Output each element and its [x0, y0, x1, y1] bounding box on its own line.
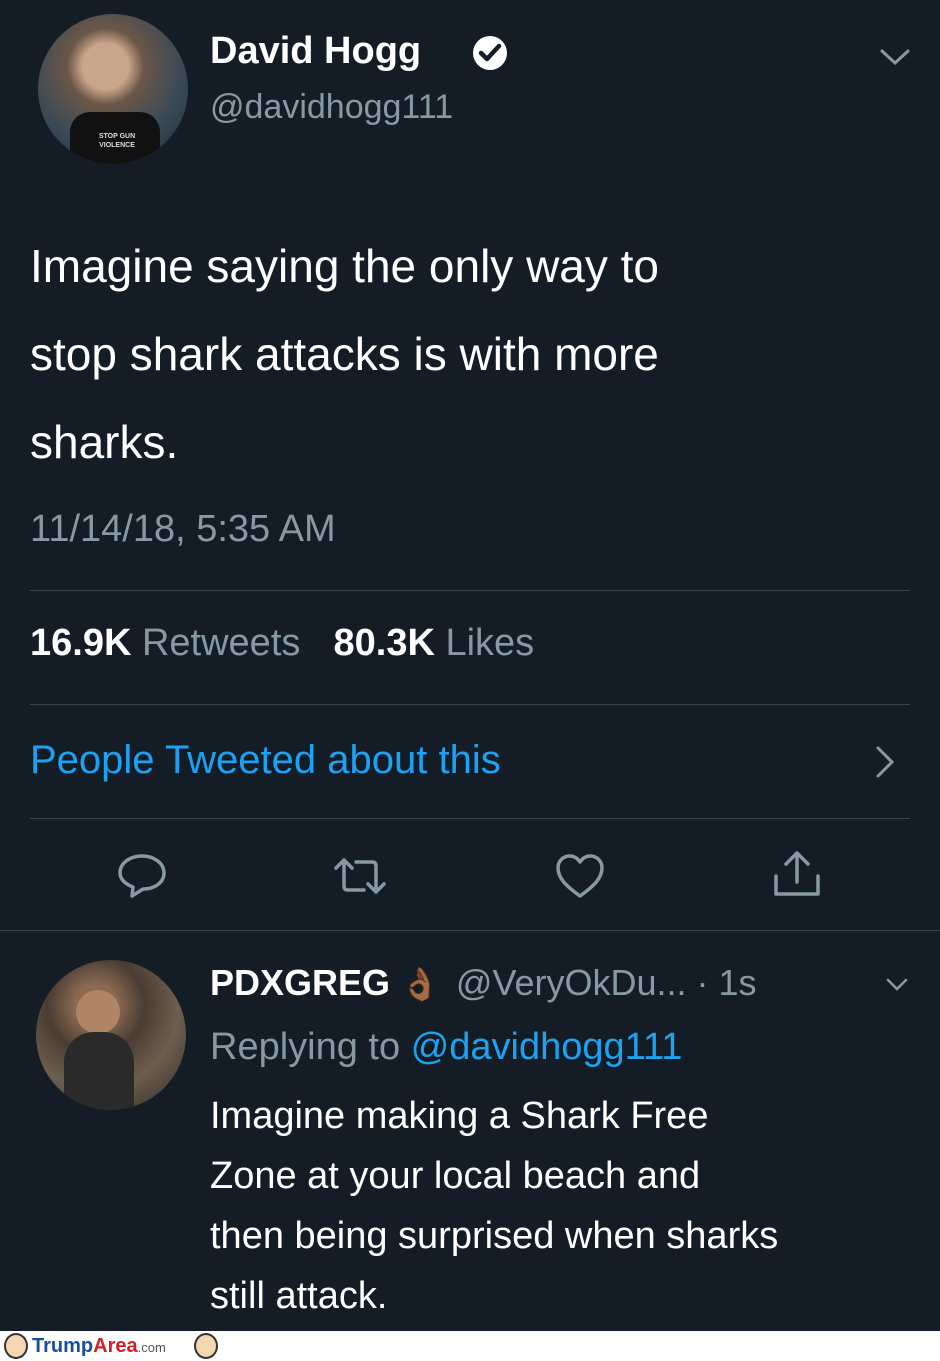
reply-text-line: still attack. [210, 1275, 388, 1317]
people-tweeted-link[interactable]: People Tweeted about this [30, 738, 501, 783]
watermark-face-icon [4, 1333, 28, 1359]
likes-label[interactable]: Likes [445, 622, 534, 664]
reply-text-line: Imagine making a Shark Free [210, 1095, 709, 1137]
divider [30, 704, 910, 705]
reply-text-line: Zone at your local beach and [210, 1155, 701, 1197]
divider [0, 930, 940, 931]
share-icon[interactable] [770, 848, 824, 900]
reply-icon[interactable] [116, 852, 168, 900]
tweet-text: Imagine saying the only way to stop shar… [30, 222, 890, 486]
reply-author-handle[interactable]: @VeryOkDu... [456, 962, 687, 1003]
tweet-stats: 16.9K Retweets 80.3K Likes [30, 622, 534, 665]
watermark-logo: TrumpArea.com [32, 1335, 166, 1358]
reply-header: PDXGREG 👌🏾 @VeryOkDu... · 1s [210, 962, 757, 1004]
divider [30, 818, 910, 819]
replying-to-handle[interactable]: @davidhogg111 [411, 1026, 683, 1068]
heart-icon[interactable] [554, 852, 606, 900]
avatar-shirt-text: STOP GUN VIOLENCE [98, 133, 136, 149]
reply-author-avatar[interactable] [36, 960, 186, 1110]
replying-to-line: Replying to @davidhogg111 [210, 1026, 682, 1069]
tweet-text-line: Imagine saying the only way to [30, 240, 660, 292]
chevron-right-icon[interactable] [872, 742, 898, 782]
retweets-label[interactable]: Retweets [142, 622, 300, 664]
author-name[interactable]: David Hogg [210, 30, 421, 73]
watermark-face-icon [194, 1333, 218, 1359]
watermark-part2: Area [93, 1335, 138, 1357]
divider [30, 590, 910, 591]
author-avatar[interactable]: STOP GUN VIOLENCE [38, 14, 188, 164]
tweet-timestamp: 11/14/18, 5:35 AM [30, 508, 336, 550]
author-handle[interactable]: @davidhogg111 [210, 88, 453, 127]
replying-to-prefix: Replying to [210, 1026, 401, 1068]
tweet-text-line: stop shark attacks is with more [30, 328, 659, 380]
reply-text: Imagine making a Shark Free Zone at your… [210, 1086, 920, 1326]
ok-hand-emoji-icon: 👌🏾 [400, 966, 440, 1002]
chevron-down-icon[interactable] [878, 46, 912, 68]
likes-count[interactable]: 80.3K [334, 622, 435, 664]
reply-text-line: then being surprised when sharks [210, 1215, 779, 1257]
tweet-text-line: sharks. [30, 416, 179, 468]
retweet-icon[interactable] [332, 856, 388, 896]
reply-time: · 1s [696, 962, 757, 1003]
avatar-figure [64, 1032, 134, 1110]
retweets-count[interactable]: 16.9K [30, 622, 131, 664]
watermark-part3: .com [137, 1340, 166, 1355]
verified-badge-icon [470, 33, 510, 73]
avatar-figure [76, 990, 120, 1034]
watermark-part1: Trump [32, 1335, 94, 1357]
chevron-down-icon[interactable] [884, 976, 910, 994]
reply-author-name[interactable]: PDXGREG [210, 962, 390, 1003]
